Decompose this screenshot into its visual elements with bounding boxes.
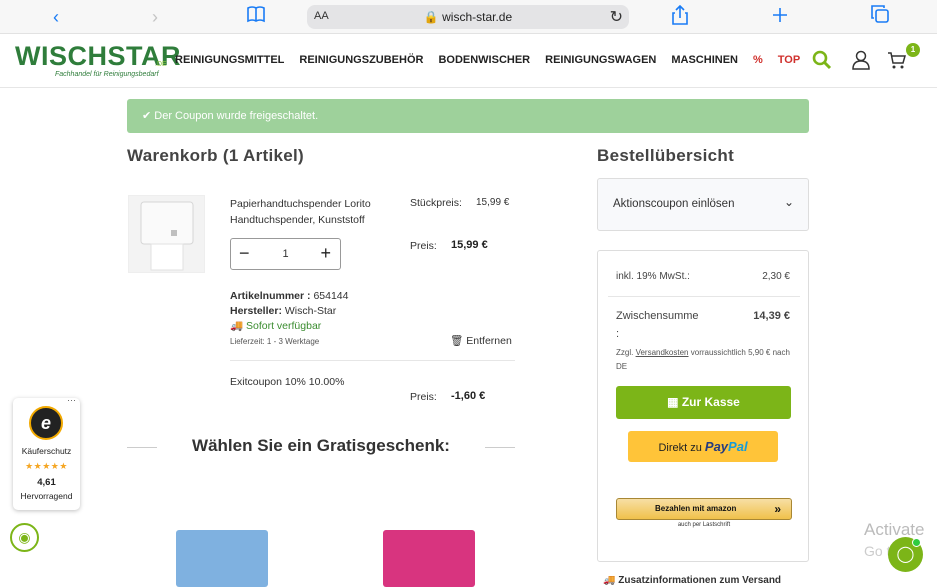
url-value: wisch-star.de: [442, 10, 513, 24]
subtotal-label: Zwischensumme: [616, 310, 699, 322]
unit-price-value: 15,99 €: [476, 197, 510, 208]
reload-icon[interactable]: ↻: [610, 7, 623, 27]
chevron-down-icon: ⌄: [783, 195, 794, 209]
shipping-info-label: Zusatzinformationen zum Versand: [618, 575, 782, 586]
trusted-shops-seal-icon: e: [29, 406, 63, 440]
coupon-price-label: Preis:: [410, 391, 437, 403]
nav-reinigungsmittel[interactable]: REINIGUNGSMITTEL: [175, 54, 284, 66]
amazon-pay-sub: auch per Lastschrift: [677, 522, 731, 528]
check-circle-icon: ✔: [142, 110, 152, 122]
paypal-button[interactable]: Direkt zu PayPal: [628, 431, 778, 462]
truck-icon: 🚚: [603, 575, 616, 586]
rating-stars-icon: ★★★★★: [25, 461, 68, 471]
truck-icon: 🚚: [230, 320, 244, 332]
coupon-line-name: Exitcoupon 10% 10.00%: [230, 376, 345, 388]
share-icon[interactable]: [668, 4, 692, 29]
alert-text: Der Coupon wurde freigeschaltet.: [154, 110, 319, 122]
unit-price-label: Stückpreis:: [410, 197, 462, 209]
remove-label: Entfernen: [466, 335, 512, 347]
shipping-prefix: Zzgl.: [616, 348, 634, 357]
checkout-label: Zur Kasse: [681, 395, 740, 409]
rating-text: Hervorragend: [20, 491, 73, 501]
nav-top[interactable]: TOP: [778, 54, 800, 66]
wischstar-logo[interactable]: WISCHSTAR .DE Fachhandel für Reinigungsb…: [15, 41, 181, 81]
price-label: Preis:: [410, 240, 437, 252]
paypal-logo-pal: Pal: [728, 439, 748, 454]
remove-button[interactable]: 🗑 Entfernen: [450, 334, 512, 347]
search-icon[interactable]: [811, 50, 833, 72]
browser-toolbar: ‹ › AA 🔒 wisch-star.de ↻: [0, 0, 937, 34]
divider: [608, 296, 800, 297]
trusted-shops-widget[interactable]: ··· e Käuferschutz ★★★★★ 4,61 Hervorrage…: [13, 395, 80, 510]
nav-bodenwischer[interactable]: BODENWISCHER: [438, 54, 530, 66]
summary-title: Bestellübersicht: [597, 146, 735, 165]
online-indicator: [912, 538, 921, 547]
gift-option-blue-cloth[interactable]: [176, 530, 268, 587]
paypal-logo-pay: Pay: [704, 439, 729, 454]
product-image[interactable]: [128, 195, 205, 273]
delivery-time: Lieferzeit: 1 - 3 Werktage: [230, 337, 320, 346]
vat-label: inkl. 19% MwSt.:: [616, 271, 690, 282]
order-summary-box: inkl. 19% MwSt.: 2,30 € Zwischensumme : …: [597, 250, 809, 562]
subtotal-colon: :: [616, 328, 620, 340]
activate-watermark: Activate: [864, 520, 925, 539]
manufacturer-label: Hersteller:: [230, 305, 282, 317]
new-tab-icon[interactable]: [768, 5, 792, 29]
article-number-label: Artikelnummer :: [230, 290, 311, 302]
nav-sale[interactable]: %: [753, 54, 763, 66]
quantity-stepper: − 1 +: [230, 238, 341, 270]
cart-count-badge: 1: [906, 43, 920, 57]
gift-heading: Wählen Sie ein Gratisgeschenk:: [192, 436, 450, 455]
forward-icon[interactable]: ›: [143, 5, 167, 29]
product-name[interactable]: Papierhandtuchspender Lorito Handtuchspe…: [230, 196, 400, 228]
account-icon[interactable]: [850, 50, 872, 72]
coupon-dropdown-label: Aktionscoupon einlösen: [613, 198, 735, 210]
paypal-prefix: Direkt zu: [658, 442, 702, 454]
tabs-overview-icon[interactable]: [868, 5, 892, 29]
rating-score: 4,61: [37, 477, 56, 488]
article-number-value: 654144: [313, 290, 349, 302]
vat-value: 2,30 €: [762, 271, 790, 282]
divider: [230, 360, 515, 361]
availability-status: 🚚 Sofort verfügbar: [230, 319, 321, 332]
cart-title: Warenkorb (1 Artikel): [127, 146, 304, 165]
article-number: Artikelnummer : 654144: [230, 290, 349, 302]
logo-tld: .DE: [155, 61, 167, 68]
register-icon: ▦: [667, 395, 679, 409]
bookmarks-icon[interactable]: [244, 5, 268, 29]
trusted-shops-label: Käuferschutz: [21, 446, 72, 456]
shipping-note: Zzgl. Versandkosten vorraussichtlich 5,9…: [616, 346, 796, 374]
back-icon[interactable]: ‹: [44, 5, 68, 29]
nav-reinigungszubehoer[interactable]: REINIGUNGSZUBEHÖR: [299, 54, 423, 66]
manufacturer-value: Wisch-Star: [284, 305, 337, 317]
amazon-pay-button[interactable]: Bezahlen mit amazon »: [616, 498, 792, 520]
gift-option-pink-cloth[interactable]: [383, 530, 475, 587]
nav-maschinen[interactable]: MASCHINEN: [671, 54, 738, 66]
plus-icon[interactable]: +: [320, 243, 331, 264]
lock-icon: 🔒: [423, 10, 439, 24]
address-bar[interactable]: AA 🔒 wisch-star.de ↻: [307, 5, 629, 29]
cart-icon[interactable]: [886, 50, 908, 72]
double-chevron-right-icon: »: [774, 502, 781, 516]
shipping-costs-link[interactable]: Versandkosten: [636, 348, 689, 357]
url-text[interactable]: 🔒 wisch-star.de: [307, 10, 629, 24]
availability-text: Sofort verfügbar: [246, 320, 322, 332]
coupon-price-value: -1,60 €: [451, 390, 486, 402]
manufacturer: Hersteller: Wisch-Star: [230, 305, 336, 317]
site-header: WISCHSTAR .DE Fachhandel für Reinigungsb…: [0, 35, 937, 88]
shipping-info-link[interactable]: 🚚 Zusatzinformationen zum Versand: [603, 575, 781, 586]
amazon-pay-label: Bezahlen mit amazon: [655, 504, 737, 513]
logo-tagline: Fachhandel für Reinigungsbedarf: [55, 71, 159, 78]
fingerprint-icon[interactable]: ◉: [10, 523, 39, 552]
main-nav: REINIGUNGSMITTEL REINIGUNGSZUBEHÖR BODEN…: [175, 54, 815, 66]
coupon-success-alert: ✔ Der Coupon wurde freigeschaltet.: [127, 99, 809, 133]
coupon-dropdown[interactable]: Aktionscoupon einlösen ⌄: [597, 178, 809, 231]
nav-reinigungswagen[interactable]: REINIGUNGSWAGEN: [545, 54, 656, 66]
price-value: 15,99 €: [451, 239, 488, 251]
checkout-button[interactable]: ▦ Zur Kasse: [616, 386, 791, 419]
trash-icon: 🗑: [450, 335, 464, 347]
more-options-icon[interactable]: ···: [67, 395, 76, 405]
subtotal-value: 14,39 €: [753, 310, 790, 322]
